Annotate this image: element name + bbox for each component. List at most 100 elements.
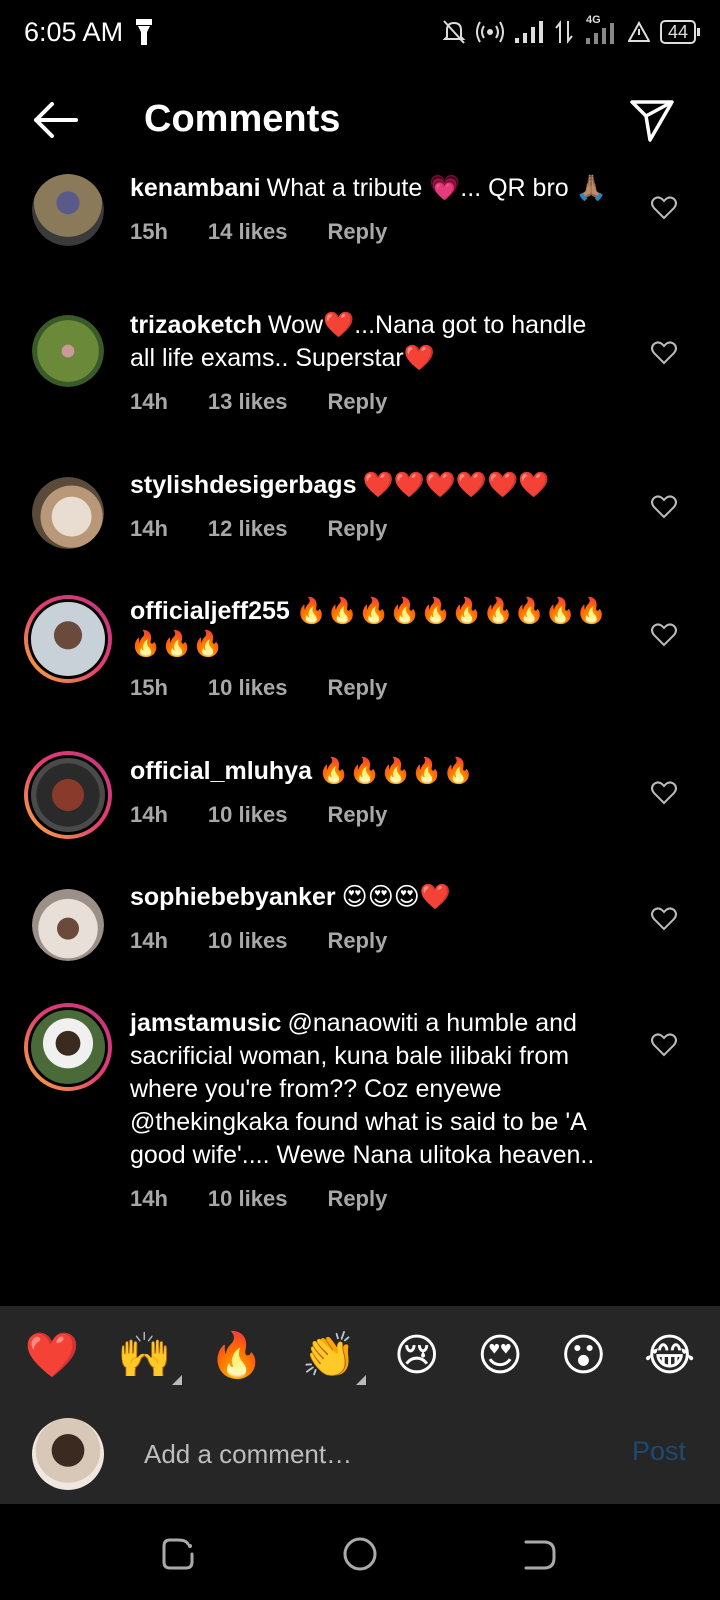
share-button[interactable] (628, 96, 676, 144)
avatar-image (32, 174, 104, 246)
comment-text: 🔥🔥🔥🔥🔥 (318, 757, 474, 785)
comment-time: 14h (130, 1186, 168, 1211)
compose-bar: Post (0, 1406, 720, 1504)
comment-body: trizaoketch Wow❤️...Nana got to handle al… (130, 309, 610, 465)
reaction-fire[interactable]: 🔥 (209, 1331, 264, 1381)
home-icon[interactable] (340, 1534, 380, 1574)
comment-meta: 14h 13 likes Reply (130, 385, 610, 418)
alert-icon (627, 21, 650, 42)
comment-username[interactable]: officialjeff255 (130, 597, 290, 625)
comment-username[interactable]: kenambani (130, 174, 261, 202)
comment-text: ❤️❤️❤️❤️❤️❤️ (362, 471, 550, 499)
comment-username[interactable]: official_mluhya (130, 757, 312, 785)
avatar-image (32, 315, 104, 387)
comment-time: 14h (130, 928, 168, 953)
like-heart-icon[interactable] (650, 905, 678, 933)
comment-likes[interactable]: 12 likes (208, 512, 288, 545)
reaction-surprised[interactable]: 😮 (560, 1331, 606, 1381)
reply-button[interactable]: Reply (327, 215, 387, 248)
comment-meta: 14h 10 likes Reply (130, 1182, 610, 1215)
comment-item: jamstamusic @nanaowiti a humble and sacri… (0, 1003, 720, 1283)
reply-button[interactable]: Reply (327, 924, 387, 957)
comment-item: official_mluhya 🔥🔥🔥🔥🔥 14h 10 likes Reply (0, 751, 720, 877)
reaction-raised-hands-glyph: 🙌 (117, 1331, 172, 1380)
reply-button[interactable]: Reply (327, 385, 387, 418)
like-heart-icon[interactable] (650, 493, 678, 521)
comment-time: 14h (130, 389, 168, 414)
hotspot-icon (475, 21, 504, 43)
avatar-story-ring[interactable] (24, 595, 112, 683)
comment-text: 😍😍😍❤️ (341, 883, 451, 911)
avatar-image (32, 477, 104, 549)
comment-likes[interactable]: 13 likes (208, 385, 288, 418)
like-heart-icon[interactable] (650, 621, 678, 649)
comment-username[interactable]: stylishdesigerbags (130, 471, 356, 499)
reply-button[interactable]: Reply (327, 1182, 387, 1215)
comment-meta: 14h 12 likes Reply (130, 512, 610, 545)
comment-text-line: kenambani What a tribute 💗... QR bro 🙏🏽 (130, 172, 610, 205)
skin-tone-indicator (171, 1375, 182, 1385)
flashlight-icon (136, 19, 153, 45)
like-heart-icon[interactable] (650, 1031, 678, 1059)
reaction-clap[interactable]: 👏 (302, 1331, 367, 1385)
avatar-image (28, 755, 108, 835)
comment-text-line: sophiebebyanker 😍😍😍❤️ (130, 881, 610, 914)
skin-tone-indicator (356, 1375, 367, 1385)
post-button[interactable]: Post (632, 1436, 686, 1467)
comment-likes[interactable]: 14 likes (208, 215, 288, 248)
like-heart-icon[interactable] (650, 339, 678, 367)
back-button[interactable] (30, 98, 80, 142)
recent-apps-icon[interactable] (158, 1534, 198, 1574)
comment-body: kenambani What a tribute 💗... QR bro 🙏🏽 1… (130, 172, 610, 305)
comment-meta: 14h 10 likes Reply (130, 798, 610, 831)
reply-button[interactable]: Reply (327, 512, 387, 545)
data-icon (555, 20, 573, 44)
avatar-image (32, 889, 104, 961)
comment-body: official_mluhya 🔥🔥🔥🔥🔥 14h 10 likes Reply (130, 755, 610, 877)
comment-likes[interactable]: 10 likes (208, 1182, 288, 1215)
battery-icon: 44 (659, 20, 701, 44)
avatar-image (28, 1007, 108, 1087)
reaction-raised-hands[interactable]: 🙌 (117, 1331, 182, 1385)
comment-text-line: jamstamusic @nanaowiti a humble and sacri… (130, 1007, 610, 1172)
comments-list[interactable]: kenambani What a tribute 💗... QR bro 🙏🏽 1… (0, 160, 720, 1306)
comment-meta: 15h 14 likes Reply (130, 215, 610, 248)
comment-item: officialjeff255 🔥🔥🔥🔥🔥🔥🔥🔥🔥🔥🔥🔥🔥 15h 10 like… (0, 591, 720, 751)
comment-likes[interactable]: 10 likes (208, 671, 288, 704)
avatar-story-ring[interactable] (24, 751, 112, 839)
back-icon[interactable] (520, 1534, 560, 1574)
comment-text-line: official_mluhya 🔥🔥🔥🔥🔥 (130, 755, 610, 788)
avatar[interactable] (32, 889, 104, 961)
reaction-crying[interactable]: 😢 (394, 1331, 440, 1381)
comment-item: trizaoketch Wow❤️...Nana got to handle al… (0, 305, 720, 465)
comment-username[interactable]: trizaoketch (130, 311, 262, 339)
reply-button[interactable]: Reply (327, 798, 387, 831)
avatar-story-ring[interactable] (24, 1003, 112, 1091)
comment-body: stylishdesigerbags ❤️❤️❤️❤️❤️❤️ 14h 12 li… (130, 469, 610, 591)
comment-text-line: trizaoketch Wow❤️...Nana got to handle al… (130, 309, 610, 375)
back-arrow-icon (34, 102, 78, 138)
avatar[interactable] (32, 315, 104, 387)
reaction-heart-eyes[interactable]: 😍 (477, 1331, 523, 1381)
avatar[interactable] (32, 174, 104, 246)
like-heart-icon[interactable] (650, 194, 678, 222)
reply-button[interactable]: Reply (327, 671, 387, 704)
comment-body: sophiebebyanker 😍😍😍❤️ 14h 10 likes Reply (130, 881, 610, 1003)
comment-username[interactable]: sophiebebyanker (130, 883, 336, 911)
comment-meta: 14h 10 likes Reply (130, 924, 610, 957)
reaction-laughing[interactable]: 😂 (644, 1331, 695, 1381)
comment-username[interactable]: jamstamusic (130, 1009, 281, 1037)
battery-level: 44 (667, 22, 688, 42)
comment-item: kenambani What a tribute 💗... QR bro 🙏🏽 1… (0, 160, 720, 305)
reaction-heart[interactable]: ❤️ (25, 1331, 80, 1381)
comment-likes[interactable]: 10 likes (208, 798, 288, 831)
comment-likes[interactable]: 10 likes (208, 924, 288, 957)
send-icon (630, 100, 674, 142)
user-avatar (32, 1418, 104, 1490)
like-heart-icon[interactable] (650, 779, 678, 807)
avatar[interactable] (32, 477, 104, 549)
comment-text-line: stylishdesigerbags ❤️❤️❤️❤️❤️❤️ (130, 469, 610, 502)
comment-time: 15h (130, 219, 168, 244)
comment-body: jamstamusic @nanaowiti a humble and sacri… (130, 1007, 610, 1283)
comment-input[interactable] (144, 1428, 584, 1480)
